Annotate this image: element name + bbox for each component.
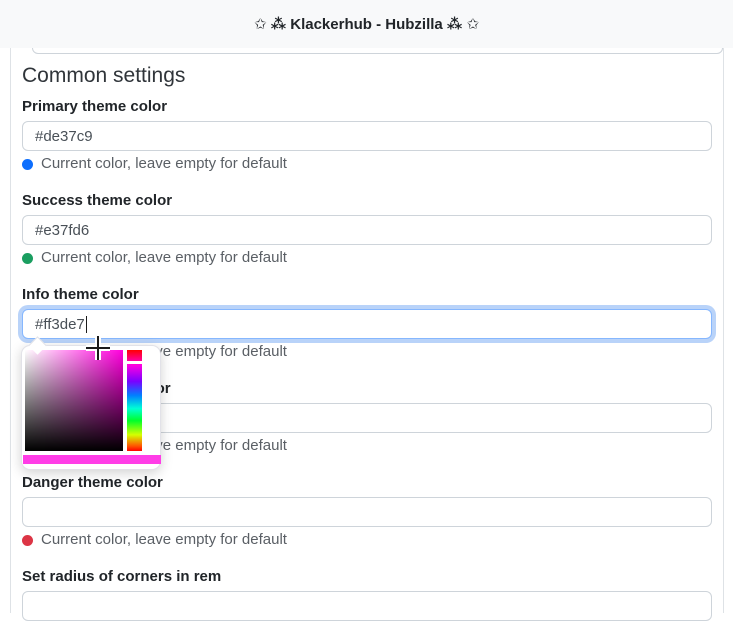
success-theme-color-group: Success theme color Current color, leave…: [22, 193, 712, 266]
hue-slider[interactable]: [127, 350, 142, 451]
info-theme-color-input[interactable]: #ff3de7: [22, 309, 712, 339]
info-input-value: #ff3de7: [35, 315, 85, 333]
danger-theme-color-label: Danger theme color: [22, 474, 163, 491]
primary-help-line: Current color, leave empty for default: [22, 156, 712, 172]
settings-panel: Common settings Primary theme color Curr…: [10, 0, 724, 621]
hue-slider-handle[interactable]: [127, 361, 142, 364]
danger-theme-color-group: Danger theme color Current color, leave …: [22, 475, 712, 548]
corner-radius-input[interactable]: [22, 591, 712, 621]
danger-help-text: Current color, leave empty for default: [41, 531, 287, 548]
primary-color-dot: [22, 158, 33, 170]
app-title: ✩ ⁂ Klackerhub - Hubzilla ⁂ ✩: [253, 16, 480, 33]
color-picker-popup: [21, 336, 161, 470]
crosshair-cursor-icon: [86, 336, 110, 360]
corner-radius-label: Set radius of corners in rem: [22, 568, 222, 585]
success-theme-color-label: Success theme color: [22, 192, 173, 209]
section-title: Common settings: [22, 64, 186, 87]
success-help-text: Current color, leave empty for default: [41, 249, 287, 266]
primary-theme-color-input[interactable]: [22, 121, 712, 151]
corner-radius-group: Set radius of corners in rem: [22, 569, 712, 621]
success-color-dot: [22, 252, 33, 264]
danger-help-line: Current color, leave empty for default: [22, 532, 712, 548]
primary-theme-color-group: Primary theme color Current color, leave…: [22, 99, 712, 172]
primary-theme-color-label: Primary theme color: [22, 98, 168, 115]
success-help-line: Current color, leave empty for default: [22, 250, 712, 266]
app-header: ✩ ⁂ Klackerhub - Hubzilla ⁂ ✩: [0, 0, 733, 48]
success-theme-color-input[interactable]: [22, 215, 712, 245]
info-theme-color-label: Info theme color: [22, 286, 139, 303]
current-color-bar[interactable]: [23, 455, 161, 464]
text-caret: [85, 315, 87, 333]
danger-color-dot: [22, 534, 33, 546]
danger-theme-color-input[interactable]: [22, 497, 712, 527]
saturation-value-square[interactable]: [25, 350, 123, 451]
primary-help-text: Current color, leave empty for default: [41, 155, 287, 172]
